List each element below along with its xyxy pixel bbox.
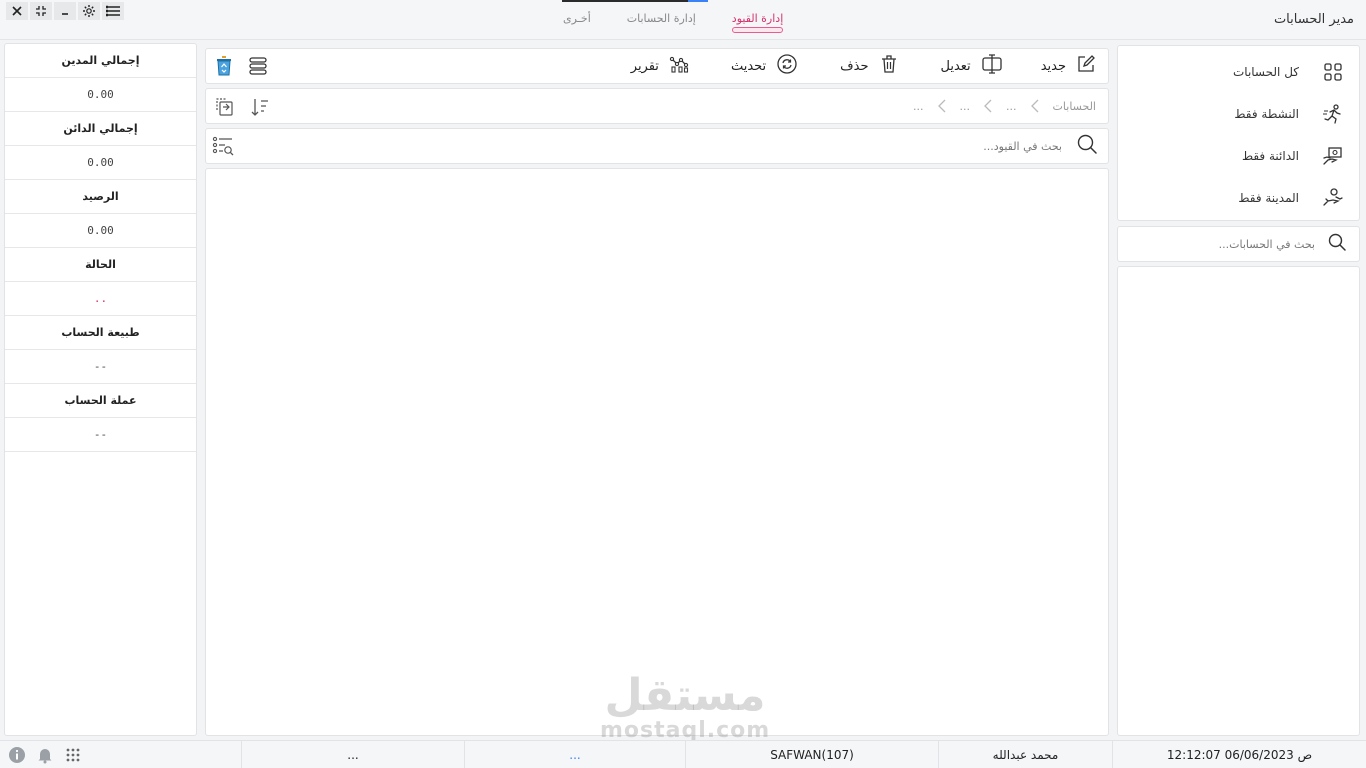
filter-label: النشطة فقط [1234, 107, 1299, 121]
filter-label: الدائنة فقط [1241, 149, 1299, 163]
menu-icon [106, 5, 120, 17]
chevron-left-icon [1030, 99, 1039, 113]
status-icons [8, 746, 82, 768]
minimize-button[interactable] [54, 2, 76, 20]
menu-button[interactable] [102, 2, 124, 20]
delete-button[interactable]: حذف [840, 54, 898, 78]
filter-active-only[interactable]: النشطة فقط [1118, 93, 1359, 135]
status-cell-blue: ... [464, 741, 685, 768]
total-debit-label: إجمالي المدين [61, 54, 140, 67]
breadcrumb: الحسابات ... ... ... [205, 88, 1109, 124]
main-tabs: إدارة القيود إدارة الحسابات أخـرى [545, 12, 801, 33]
window-controls [6, 2, 124, 20]
entries-toolbar: جديد تعديل حذف تحديث تقرير [205, 48, 1109, 84]
entries-grid[interactable] [205, 168, 1109, 736]
account-currency-label: عملة الحساب [64, 394, 137, 407]
new-button[interactable]: جديد [1041, 54, 1096, 78]
sort-icon[interactable] [250, 97, 270, 121]
breadcrumb-actions [214, 97, 270, 121]
advanced-search-filter-icon[interactable] [212, 136, 236, 162]
account-currency-value: -- [93, 428, 108, 441]
breadcrumb-item[interactable]: ... [960, 100, 971, 113]
status-user: محمد عبدالله [938, 741, 1112, 768]
breadcrumb-item[interactable]: الحسابات [1053, 100, 1096, 113]
search-icon [1327, 232, 1347, 256]
gear-icon [83, 5, 95, 17]
total-debit-value: 0.00 [87, 88, 114, 101]
refresh-icon [776, 53, 798, 79]
total-credit-label: إجمالي الدائن [63, 122, 138, 135]
running-icon [1321, 102, 1345, 126]
tab-other[interactable]: أخـرى [545, 12, 609, 25]
tab-accounts-management[interactable]: إدارة الحسابات [609, 12, 714, 25]
account-search-bar [1117, 226, 1360, 262]
entries-search-bar [205, 128, 1109, 164]
filter-label: المدينة فقط [1238, 191, 1299, 205]
title-bar: مدير الحسابات إدارة القيود إدارة الحسابا… [0, 0, 1366, 40]
bell-icon[interactable] [36, 746, 54, 768]
status-value: .. [93, 292, 108, 305]
balance-value: 0.00 [87, 224, 114, 237]
tab-entries-management[interactable]: إدارة القيود [714, 12, 801, 33]
breadcrumb-item[interactable]: ... [913, 100, 924, 113]
status-label: الحالة [85, 258, 116, 271]
search-icon [1076, 133, 1098, 159]
breadcrumb-item[interactable]: ... [1006, 100, 1017, 113]
tab-indicator-highlight [688, 0, 708, 2]
app-title: مدير الحسابات [1273, 12, 1354, 27]
chevron-left-icon [984, 99, 992, 113]
total-credit-value: 0.00 [87, 156, 114, 169]
copy-transfer-icon[interactable] [214, 97, 234, 121]
account-nature-label: طبيعة الحساب [61, 326, 140, 339]
close-icon [12, 6, 22, 16]
filter-label: كل الحسابات [1232, 65, 1299, 79]
report-button[interactable]: تقرير [631, 54, 689, 78]
refresh-button[interactable]: تحديث [731, 53, 798, 79]
hand-money-icon [1321, 144, 1345, 168]
entries-search-input[interactable] [662, 139, 1062, 153]
chart-icon [669, 54, 689, 78]
restore-icon [36, 6, 46, 16]
edit-button[interactable]: تعديل [941, 54, 1003, 78]
database-icon[interactable] [248, 55, 268, 81]
status-session: SAFWAN(107) [685, 741, 938, 768]
restore-button[interactable] [30, 2, 52, 20]
accounts-list[interactable] [1117, 266, 1360, 736]
status-bar: 12:12:07 06/06/2023 ص محمد عبدالله SAFWA… [0, 740, 1366, 768]
settings-button[interactable] [78, 2, 100, 20]
info-icon[interactable] [8, 746, 26, 768]
close-button[interactable] [6, 2, 28, 20]
apps-grid-icon[interactable] [64, 746, 82, 768]
hand-give-icon [1321, 186, 1345, 210]
text-cursor-icon [981, 54, 1003, 78]
account-filters-panel: كل الحسابات النشطة فقط الدائنة فقط المدي… [1117, 45, 1360, 221]
minimize-icon [62, 13, 68, 15]
status-cell: ... [241, 741, 464, 768]
tab-indicator-line [562, 0, 708, 2]
filter-all-accounts[interactable]: كل الحسابات [1118, 51, 1359, 93]
recycle-bin-icon[interactable] [214, 55, 234, 81]
grid-icon [1321, 60, 1345, 84]
balance-label: الرصيد [82, 190, 119, 203]
account-nature-value: -- [93, 360, 108, 373]
filter-credit-only[interactable]: الدائنة فقط [1118, 135, 1359, 177]
toolbar-extra-actions [214, 55, 268, 81]
account-search-input[interactable] [1135, 237, 1315, 251]
account-summary-panel: إجمالي المدين 0.00 إجمالي الدائن 0.00 ال… [4, 43, 197, 736]
filter-debit-only[interactable]: المدينة فقط [1118, 177, 1359, 219]
trash-icon [879, 54, 899, 78]
edit-square-icon [1076, 54, 1096, 78]
status-datetime: 12:12:07 06/06/2023 ص [1112, 741, 1366, 768]
chevron-left-icon [937, 99, 946, 113]
